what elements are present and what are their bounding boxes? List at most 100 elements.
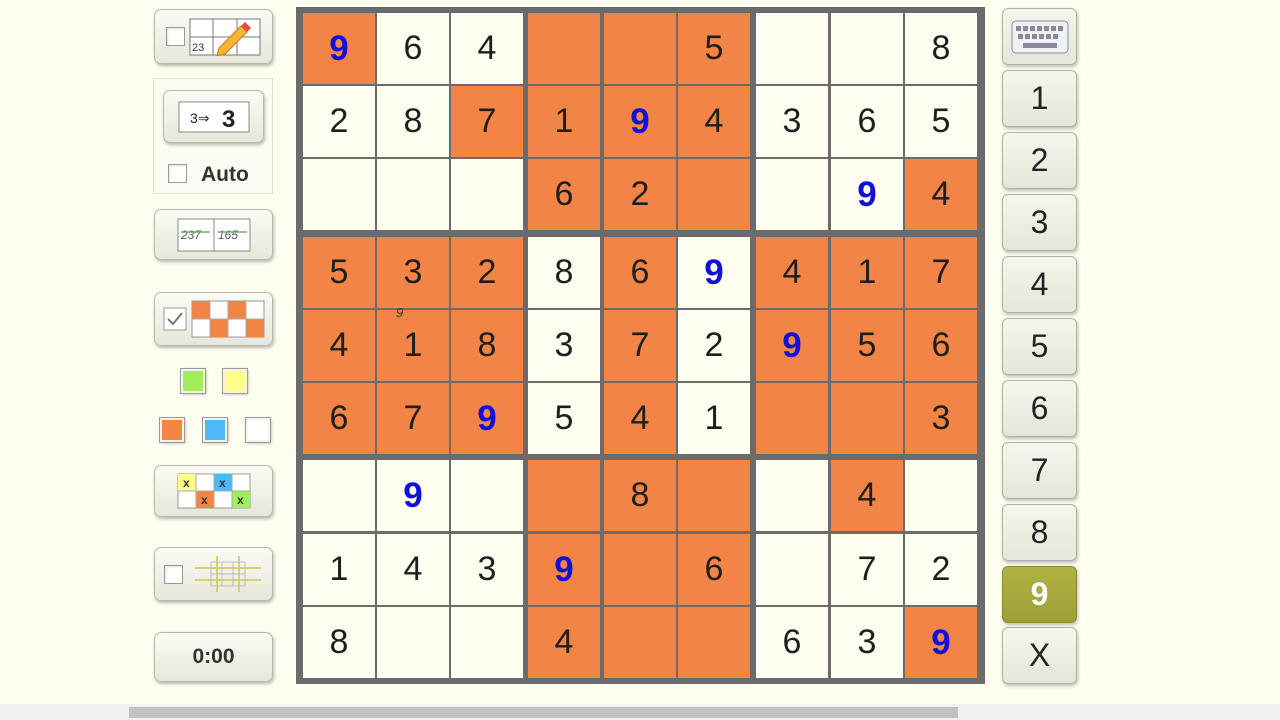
sudoku-cell[interactable]: 1: [528, 86, 600, 157]
sudoku-cell[interactable]: 5: [528, 383, 600, 454]
clear-button[interactable]: X: [1002, 627, 1077, 684]
timer-button[interactable]: 0:00: [154, 632, 273, 682]
sudoku-cell[interactable]: [604, 13, 676, 84]
highlight-button[interactable]: [154, 292, 273, 346]
sudoku-cell[interactable]: 3: [905, 383, 977, 454]
sudoku-cell[interactable]: 4: [678, 86, 750, 157]
sudoku-cell[interactable]: [604, 607, 676, 678]
sudoku-cell[interactable]: [303, 460, 375, 531]
sudoku-cell[interactable]: [756, 460, 828, 531]
sudoku-cell[interactable]: [756, 13, 828, 84]
sudoku-cell[interactable]: 9: [303, 13, 375, 84]
grid-lines-checkbox[interactable]: [164, 564, 183, 584]
keyboard-toggle-button[interactable]: [1002, 8, 1077, 65]
sudoku-cell[interactable]: 4: [528, 607, 600, 678]
sudoku-cell[interactable]: [831, 383, 903, 454]
sudoku-cell[interactable]: [756, 383, 828, 454]
sudoku-cell[interactable]: [678, 460, 750, 531]
sudoku-cell[interactable]: 7: [905, 237, 977, 308]
sudoku-cell[interactable]: 8: [905, 13, 977, 84]
sudoku-cell[interactable]: 6: [756, 607, 828, 678]
sudoku-cell[interactable]: 4: [377, 534, 449, 605]
sudoku-cell[interactable]: 2: [303, 86, 375, 157]
color-swatch-green[interactable]: [180, 368, 206, 394]
sudoku-cell[interactable]: [604, 534, 676, 605]
sudoku-cell[interactable]: 5: [678, 13, 750, 84]
sudoku-cell[interactable]: 8: [451, 310, 523, 381]
sudoku-cell[interactable]: 6: [831, 86, 903, 157]
sudoku-cell[interactable]: 3: [377, 237, 449, 308]
sudoku-cell[interactable]: 6: [678, 534, 750, 605]
sudoku-cell[interactable]: 3: [831, 607, 903, 678]
grid-lines-button[interactable]: [154, 547, 273, 601]
digit-button-7[interactable]: 7: [1002, 442, 1077, 499]
digit-button-3[interactable]: 3: [1002, 194, 1077, 251]
sudoku-cell[interactable]: 8: [604, 460, 676, 531]
digit-button-2[interactable]: 2: [1002, 132, 1077, 189]
color-swatch-white[interactable]: [245, 417, 271, 443]
sudoku-cell[interactable]: 8: [377, 86, 449, 157]
color-swatch-yellow[interactable]: [222, 368, 248, 394]
sudoku-cell[interactable]: 6: [303, 383, 375, 454]
pencil-notes-checkbox[interactable]: [166, 27, 185, 46]
sudoku-cell[interactable]: 2: [451, 237, 523, 308]
sudoku-cell[interactable]: 2: [604, 159, 676, 230]
sudoku-cell[interactable]: 6: [604, 237, 676, 308]
sudoku-cell[interactable]: [451, 159, 523, 230]
sudoku-cell[interactable]: 4: [604, 383, 676, 454]
color-swatch-orange[interactable]: [159, 417, 185, 443]
sudoku-cell[interactable]: 7: [451, 86, 523, 157]
sudoku-cell[interactable]: 9: [604, 86, 676, 157]
sudoku-cell[interactable]: 4: [831, 460, 903, 531]
digit-button-8[interactable]: 8: [1002, 504, 1077, 561]
sudoku-cell[interactable]: 8: [303, 607, 375, 678]
sudoku-cell[interactable]: [678, 607, 750, 678]
sudoku-cell[interactable]: [377, 159, 449, 230]
sudoku-cell[interactable]: 5: [905, 86, 977, 157]
sudoku-cell[interactable]: 1: [303, 534, 375, 605]
sudoku-cell[interactable]: 4: [303, 310, 375, 381]
sudoku-cell[interactable]: 9: [756, 310, 828, 381]
sudoku-cell[interactable]: 6: [528, 159, 600, 230]
sudoku-cell[interactable]: [756, 159, 828, 230]
auto-convert-button[interactable]: 3⇒ 3: [163, 90, 264, 143]
sudoku-cell[interactable]: 3: [528, 310, 600, 381]
sudoku-cell[interactable]: 6: [905, 310, 977, 381]
sudoku-cell[interactable]: 3: [756, 86, 828, 157]
digit-button-9[interactable]: 9: [1002, 566, 1077, 623]
sudoku-cell[interactable]: 1: [831, 237, 903, 308]
digit-button-4[interactable]: 4: [1002, 256, 1077, 313]
sudoku-cell[interactable]: 4: [451, 13, 523, 84]
sudoku-cell[interactable]: 3: [451, 534, 523, 605]
digit-button-5[interactable]: 5: [1002, 318, 1077, 375]
sudoku-cell[interactable]: 2: [905, 534, 977, 605]
sudoku-cell[interactable]: [451, 460, 523, 531]
sudoku-cell[interactable]: 5: [831, 310, 903, 381]
sudoku-cell[interactable]: 5: [303, 237, 375, 308]
digit-button-1[interactable]: 1: [1002, 70, 1077, 127]
sudoku-cell[interactable]: 2: [678, 310, 750, 381]
cross-marks-button[interactable]: x x x x: [154, 465, 273, 517]
sudoku-cell[interactable]: 9: [678, 237, 750, 308]
sudoku-cell[interactable]: 1: [377, 310, 449, 381]
sudoku-cell[interactable]: [303, 159, 375, 230]
sudoku-cell[interactable]: [528, 460, 600, 531]
sudoku-cell[interactable]: [528, 13, 600, 84]
sudoku-cell[interactable]: [451, 607, 523, 678]
cleanup-notes-button[interactable]: 237 165: [154, 209, 273, 260]
sudoku-cell[interactable]: 7: [831, 534, 903, 605]
color-swatch-blue[interactable]: [202, 417, 228, 443]
sudoku-cell[interactable]: 4: [905, 159, 977, 230]
sudoku-cell[interactable]: 4: [756, 237, 828, 308]
sudoku-cell[interactable]: [905, 460, 977, 531]
sudoku-cell[interactable]: [831, 13, 903, 84]
sudoku-cell[interactable]: 1: [678, 383, 750, 454]
sudoku-cell[interactable]: 9: [528, 534, 600, 605]
sudoku-cell[interactable]: 7: [377, 383, 449, 454]
sudoku-cell[interactable]: [678, 159, 750, 230]
sudoku-cell[interactable]: 9: [831, 159, 903, 230]
digit-button-6[interactable]: 6: [1002, 380, 1077, 437]
sudoku-cell[interactable]: 9: [377, 460, 449, 531]
sudoku-cell[interactable]: 7: [604, 310, 676, 381]
sudoku-cell[interactable]: 8: [528, 237, 600, 308]
